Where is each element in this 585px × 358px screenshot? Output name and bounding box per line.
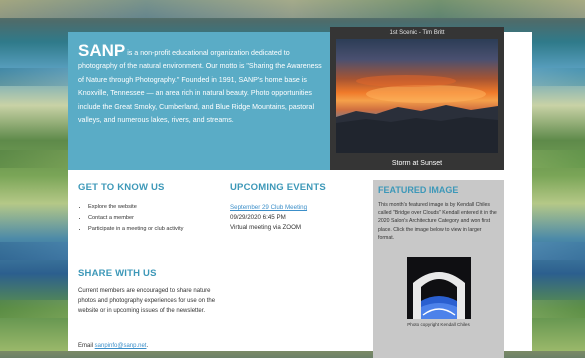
featured-image-heading: FEATURED IMAGE xyxy=(378,185,459,195)
share-heading: SHARE WITH US xyxy=(78,268,157,279)
share-text: Current members are encouraged to share … xyxy=(78,288,216,314)
upcoming-events-heading: UPCOMING EVENTS xyxy=(230,182,326,193)
featured-image-text: This month's featured image is by Kendal… xyxy=(378,202,497,241)
featured-photo-label: 1st Scenic - Tim Britt xyxy=(389,30,445,36)
event-location: Virtual meeting via ZOOM xyxy=(230,224,302,231)
sunset-landscape-image xyxy=(336,75,498,153)
intro-text: is a non-profit educational organization… xyxy=(78,49,322,125)
featured-image-credit: Photo copyright Kendall Chiles xyxy=(407,322,470,327)
event-datetime: 09/29/2020 6:45 PM xyxy=(230,214,286,221)
featured-image-box: FEATURED IMAGE This month's featured ima… xyxy=(373,180,504,358)
email-link[interactable]: sanpinfo@sanp.net xyxy=(95,343,147,349)
brand-name: SANP xyxy=(78,41,126,60)
email-suffix: . xyxy=(146,343,149,349)
intro-hero: SANP is a non-profit educational organiz… xyxy=(68,32,338,170)
email-line: Email sanpinfo@sanp.net. xyxy=(78,343,148,349)
email-label: Email xyxy=(78,343,95,349)
list-item[interactable]: Explore the website xyxy=(88,202,183,213)
background-band xyxy=(0,0,585,18)
get-to-know-list: Explore the website Contact a member Par… xyxy=(78,202,183,235)
list-item[interactable]: Contact a member xyxy=(88,213,183,224)
intro-paragraph: SANP is a non-profit educational organiz… xyxy=(78,42,328,127)
featured-photo-caption: Storm at Sunset xyxy=(391,160,443,167)
content-panel: SANP is a non-profit educational organiz… xyxy=(68,27,532,358)
featured-photo[interactable] xyxy=(336,39,498,153)
featured-image-thumbnail[interactable] xyxy=(407,257,471,319)
bridge-over-clouds-image xyxy=(407,257,471,319)
event-link[interactable]: September 29 Club Meeting xyxy=(230,204,307,211)
get-to-know-heading: GET TO KNOW US xyxy=(78,182,165,193)
featured-photo-card[interactable]: 1st Scenic - Tim Britt Storm at Sunset xyxy=(330,27,504,170)
list-item[interactable]: Participate in a meeting or club activit… xyxy=(88,224,183,235)
